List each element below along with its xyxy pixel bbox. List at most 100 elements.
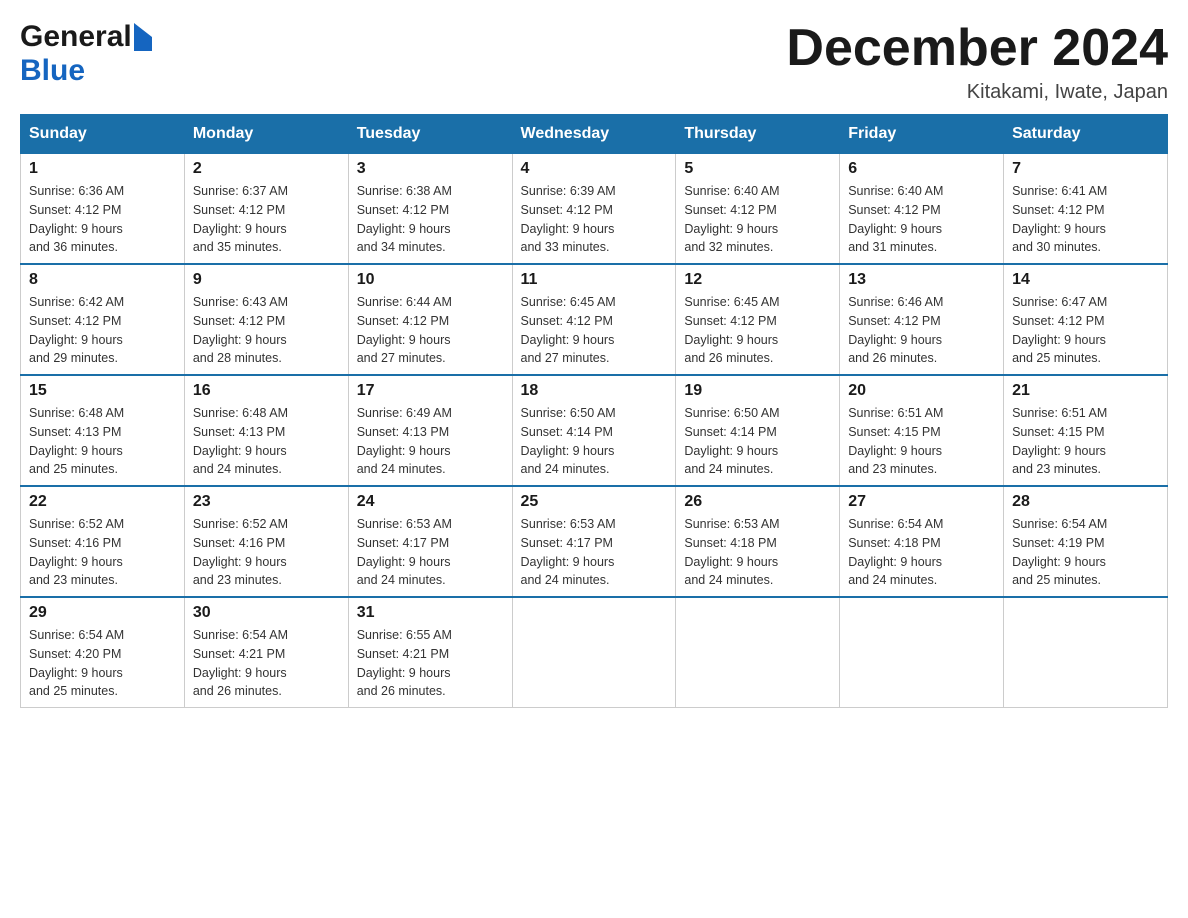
day-info: Sunrise: 6:46 AMSunset: 4:12 PMDaylight:… (848, 293, 995, 368)
day-number: 21 (1012, 382, 1159, 400)
day-number: 6 (848, 160, 995, 178)
day-info: Sunrise: 6:54 AMSunset: 4:18 PMDaylight:… (848, 515, 995, 590)
day-info: Sunrise: 6:45 AMSunset: 4:12 PMDaylight:… (521, 293, 668, 368)
day-number: 13 (848, 271, 995, 289)
calendar-cell: 19 Sunrise: 6:50 AMSunset: 4:14 PMDayligh… (676, 375, 840, 486)
day-number: 19 (684, 382, 831, 400)
calendar-cell (840, 597, 1004, 708)
day-info: Sunrise: 6:45 AMSunset: 4:12 PMDaylight:… (684, 293, 831, 368)
calendar-cell: 5 Sunrise: 6:40 AMSunset: 4:12 PMDaylight… (676, 154, 840, 265)
day-number: 4 (521, 160, 668, 178)
day-info: Sunrise: 6:43 AMSunset: 4:12 PMDaylight:… (193, 293, 340, 368)
day-number: 24 (357, 493, 504, 511)
calendar-cell: 17 Sunrise: 6:49 AMSunset: 4:13 PMDayligh… (348, 375, 512, 486)
calendar-cell (676, 597, 840, 708)
col-friday: Friday (840, 115, 1004, 154)
day-number: 29 (29, 604, 176, 622)
day-number: 20 (848, 382, 995, 400)
calendar-cell: 26Sunrise: 6:53 AMSunset: 4:18 PMDayligh… (676, 486, 840, 597)
col-wednesday: Wednesday (512, 115, 676, 154)
day-number: 27 (848, 493, 995, 511)
calendar-cell: 31Sunrise: 6:55 AMSunset: 4:21 PMDayligh… (348, 597, 512, 708)
calendar-cell: 1Sunrise: 6:36 AMSunset: 4:12 PMDaylight… (21, 154, 185, 265)
day-info: Sunrise: 6:36 AMSunset: 4:12 PMDaylight:… (29, 182, 176, 257)
day-number: 22 (29, 493, 176, 511)
calendar-cell: 23Sunrise: 6:52 AMSunset: 4:16 PMDayligh… (184, 486, 348, 597)
logo-icon (134, 23, 152, 51)
calendar-cell: 2 Sunrise: 6:37 AMSunset: 4:12 PMDaylight… (184, 154, 348, 265)
calendar-cell: 11 Sunrise: 6:45 AMSunset: 4:12 PMDayligh… (512, 264, 676, 375)
day-number: 14 (1012, 271, 1159, 289)
logo-blue: Blue (20, 54, 85, 88)
day-info: Sunrise: 6:40 AMSunset: 4:12 PMDaylight:… (684, 182, 831, 257)
day-info: Sunrise: 6:51 AMSunset: 4:15 PMDaylight:… (1012, 404, 1159, 479)
col-tuesday: Tuesday (348, 115, 512, 154)
day-number: 7 (1012, 160, 1159, 178)
day-info: Sunrise: 6:39 AMSunset: 4:12 PMDaylight:… (521, 182, 668, 257)
col-saturday: Saturday (1004, 115, 1168, 154)
day-info: Sunrise: 6:54 AMSunset: 4:20 PMDaylight:… (29, 626, 176, 701)
day-number: 23 (193, 493, 340, 511)
calendar-cell: 24 Sunrise: 6:53 AMSunset: 4:17 PMDayligh… (348, 486, 512, 597)
day-number: 5 (684, 160, 831, 178)
day-info: Sunrise: 6:40 AMSunset: 4:12 PMDaylight:… (848, 182, 995, 257)
calendar-cell: 12Sunrise: 6:45 AMSunset: 4:12 PMDayligh… (676, 264, 840, 375)
day-info: Sunrise: 6:42 AMSunset: 4:12 PMDaylight:… (29, 293, 176, 368)
day-info: Sunrise: 6:53 AMSunset: 4:17 PMDaylight:… (521, 515, 668, 590)
col-thursday: Thursday (676, 115, 840, 154)
calendar-week-row: 15 Sunrise: 6:48 AMSunset: 4:13 PMDayligh… (21, 375, 1168, 486)
day-number: 28 (1012, 493, 1159, 511)
day-info: Sunrise: 6:47 AMSunset: 4:12 PMDaylight:… (1012, 293, 1159, 368)
page-header: General Blue December 2024 Kitakami, Iwa… (20, 20, 1168, 104)
calendar-cell: 22 Sunrise: 6:52 AMSunset: 4:16 PMDayligh… (21, 486, 185, 597)
calendar-cell: 10Sunrise: 6:44 AMSunset: 4:12 PMDayligh… (348, 264, 512, 375)
day-number: 30 (193, 604, 340, 622)
day-info: Sunrise: 6:41 AMSunset: 4:12 PMDaylight:… (1012, 182, 1159, 257)
day-info: Sunrise: 6:48 AMSunset: 4:13 PMDaylight:… (193, 404, 340, 479)
calendar-cell: 29 Sunrise: 6:54 AMSunset: 4:20 PMDayligh… (21, 597, 185, 708)
day-number: 8 (29, 271, 176, 289)
calendar-cell: 16 Sunrise: 6:48 AMSunset: 4:13 PMDayligh… (184, 375, 348, 486)
day-info: Sunrise: 6:53 AMSunset: 4:17 PMDaylight:… (357, 515, 504, 590)
day-info: Sunrise: 6:54 AMSunset: 4:19 PMDaylight:… (1012, 515, 1159, 590)
day-number: 16 (193, 382, 340, 400)
calendar-cell: 25 Sunrise: 6:53 AMSunset: 4:17 PMDayligh… (512, 486, 676, 597)
day-info: Sunrise: 6:54 AMSunset: 4:21 PMDaylight:… (193, 626, 340, 701)
calendar-cell: 7 Sunrise: 6:41 AMSunset: 4:12 PMDaylight… (1004, 154, 1168, 265)
day-number: 17 (357, 382, 504, 400)
day-info: Sunrise: 6:49 AMSunset: 4:13 PMDaylight:… (357, 404, 504, 479)
day-info: Sunrise: 6:50 AMSunset: 4:14 PMDaylight:… (521, 404, 668, 479)
day-number: 9 (193, 271, 340, 289)
calendar-cell: 3Sunrise: 6:38 AMSunset: 4:12 PMDaylight… (348, 154, 512, 265)
calendar-cell: 20 Sunrise: 6:51 AMSunset: 4:15 PMDayligh… (840, 375, 1004, 486)
calendar-cell (1004, 597, 1168, 708)
calendar-cell: 18 Sunrise: 6:50 AMSunset: 4:14 PMDayligh… (512, 375, 676, 486)
calendar-cell: 30 Sunrise: 6:54 AMSunset: 4:21 PMDayligh… (184, 597, 348, 708)
day-info: Sunrise: 6:52 AMSunset: 4:16 PMDaylight:… (29, 515, 176, 590)
col-monday: Monday (184, 115, 348, 154)
calendar-cell: 8 Sunrise: 6:42 AMSunset: 4:12 PMDaylight… (21, 264, 185, 375)
month-year-title: December 2024 (786, 20, 1168, 77)
col-sunday: Sunday (21, 115, 185, 154)
calendar-cell: 13 Sunrise: 6:46 AMSunset: 4:12 PMDayligh… (840, 264, 1004, 375)
logo-general: General (20, 20, 132, 54)
day-number: 25 (521, 493, 668, 511)
location-subtitle: Kitakami, Iwate, Japan (786, 81, 1168, 104)
calendar-cell: 15Sunrise: 6:48 AMSunset: 4:13 PMDayligh… (21, 375, 185, 486)
day-info: Sunrise: 6:53 AMSunset: 4:18 PMDaylight:… (684, 515, 831, 590)
day-number: 15 (29, 382, 176, 400)
calendar-cell: 21 Sunrise: 6:51 AMSunset: 4:15 PMDayligh… (1004, 375, 1168, 486)
calendar-table: Sunday Monday Tuesday Wednesday Thursday… (20, 114, 1168, 708)
day-info: Sunrise: 6:37 AMSunset: 4:12 PMDaylight:… (193, 182, 340, 257)
day-info: Sunrise: 6:50 AMSunset: 4:14 PMDaylight:… (684, 404, 831, 479)
calendar-cell: 9 Sunrise: 6:43 AMSunset: 4:12 PMDaylight… (184, 264, 348, 375)
day-number: 2 (193, 160, 340, 178)
day-info: Sunrise: 6:51 AMSunset: 4:15 PMDaylight:… (848, 404, 995, 479)
day-number: 31 (357, 604, 504, 622)
calendar-week-row: 1Sunrise: 6:36 AMSunset: 4:12 PMDaylight… (21, 154, 1168, 265)
day-number: 11 (521, 271, 668, 289)
calendar-cell: 14 Sunrise: 6:47 AMSunset: 4:12 PMDayligh… (1004, 264, 1168, 375)
calendar-cell: 27 Sunrise: 6:54 AMSunset: 4:18 PMDayligh… (840, 486, 1004, 597)
calendar-cell: 4 Sunrise: 6:39 AMSunset: 4:12 PMDaylight… (512, 154, 676, 265)
day-number: 18 (521, 382, 668, 400)
